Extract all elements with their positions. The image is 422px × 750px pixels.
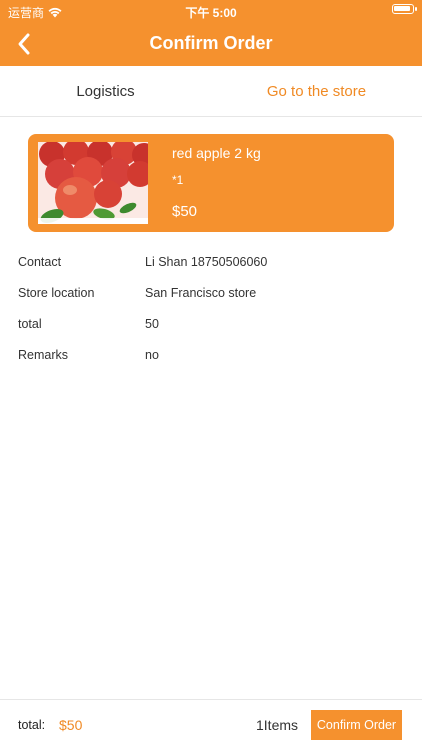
store-location-label: Store location [18, 285, 95, 300]
tab-go-to-store[interactable]: Go to the store [211, 66, 422, 116]
delivery-tabs: Logistics Go to the store [0, 66, 422, 117]
contact-value: Li Shan 18750506060 [145, 254, 268, 269]
remarks-row: Remarks no [18, 339, 408, 370]
page-title: Confirm Order [149, 33, 273, 53]
product-name: red apple 2 kg [172, 145, 261, 161]
status-bar: 运营商 下午 5:00 [0, 0, 422, 22]
app: 运营商 下午 5:00 Confirm Order Logistics Go t… [0, 0, 422, 750]
nav-bar: Confirm Order [0, 22, 422, 66]
product-quantity: *1 [172, 173, 184, 187]
items-count: 1Items [256, 717, 299, 733]
contact-row: Contact Li Shan 18750506060 [18, 246, 408, 277]
store-location-row: Store location San Francisco store [18, 277, 408, 308]
store-location-value: San Francisco store [145, 285, 257, 300]
status-time: 下午 5:00 [185, 6, 237, 20]
bottom-total-value: $50 [59, 717, 83, 733]
remarks-label: Remarks [18, 347, 69, 362]
battery-icon [392, 4, 417, 14]
header: 运营商 下午 5:00 Confirm Order [0, 0, 422, 66]
tab-logistics-label: Logistics [76, 82, 135, 100]
tab-logistics[interactable]: Logistics [0, 66, 211, 116]
bottom-total-label: total: [18, 718, 46, 732]
bottom-bar: total: $50 1Items Confirm Order [0, 699, 422, 750]
remarks-value: no [145, 347, 159, 362]
total-row: total 50 [18, 308, 408, 339]
battery-fill [394, 6, 410, 11]
contact-label: Contact [18, 254, 62, 269]
confirm-order-button[interactable]: Confirm Order [311, 710, 402, 740]
tab-go-to-store-label: Go to the store [266, 82, 367, 100]
product-price: $50 [172, 203, 198, 220]
order-info: Contact Li Shan 18750506060 Store locati… [18, 246, 408, 370]
product-card: red apple 2 kg *1 $50 [28, 134, 394, 232]
total-row-value: 50 [145, 316, 159, 331]
total-row-label: total [18, 316, 42, 331]
product-image [38, 142, 148, 224]
